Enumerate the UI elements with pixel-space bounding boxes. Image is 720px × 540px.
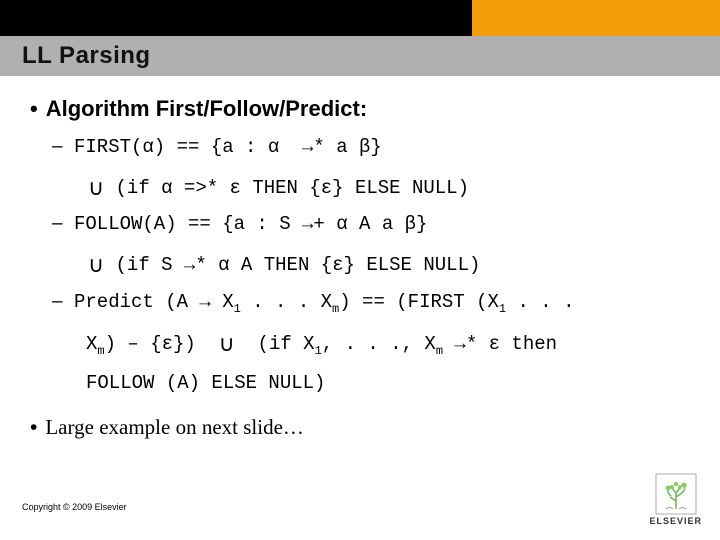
predict-text-1d: . . .	[506, 291, 574, 313]
first-text-1: FIRST(α) == {a : α →* a β}	[74, 136, 382, 158]
first-line-2: ∪ (if α =>* ε THEN {ε} ELSE NULL)	[88, 171, 690, 202]
predict-definition: – Predict (A → X1 . . . Xm) == (FIRST (X…	[30, 289, 690, 397]
footer-bullet: • Large example on next slide…	[30, 415, 690, 440]
sub-m: m	[436, 344, 443, 358]
publisher-name: ELSEVIER	[649, 516, 702, 526]
top-bar	[0, 0, 720, 36]
sub-m: m	[97, 344, 104, 358]
first-definition: – FIRST(α) == {a : α →* a β} ∪ (if α =>*…	[30, 134, 690, 201]
follow-line-2: ∪ (if S →* α A THEN {ε} ELSE NULL)	[88, 248, 690, 279]
predict-text-1c: ) == (FIRST (X	[339, 291, 499, 313]
follow-text-2: (if S →* α A THEN {ε} ELSE NULL)	[116, 254, 481, 276]
predict-text-2b: ) – {ε})	[105, 333, 219, 355]
predict-text-1b: . . . X	[241, 291, 332, 313]
footer-bullet-text: Large example on next slide…	[45, 415, 304, 439]
publisher-logo: ELSEVIER	[649, 473, 702, 526]
follow-line-1: – FOLLOW(A) == {a : S →+ α A a β}	[52, 211, 690, 238]
bullet-icon: •	[30, 416, 37, 439]
dash-icon: –	[52, 213, 63, 234]
first-text-2: (if α =>* ε THEN {ε} ELSE NULL)	[116, 177, 469, 199]
predict-text-2a: X	[86, 333, 97, 355]
follow-definition: – FOLLOW(A) == {a : S →+ α A a β} ∪ (if …	[30, 211, 690, 278]
elsevier-tree-icon	[655, 473, 697, 515]
predict-line-2: Xm) – {ε}) ∪ (if X1, . . ., Xm →* ε then	[86, 327, 690, 360]
first-line-1: – FIRST(α) == {a : α →* a β}	[52, 134, 690, 161]
sub-1: 1	[234, 302, 241, 316]
heading-text: Algorithm First/Follow/Predict:	[46, 96, 367, 121]
follow-text-1: FOLLOW(A) == {a : S →+ α A a β}	[74, 213, 427, 235]
main-heading: • Algorithm First/Follow/Predict:	[30, 96, 690, 122]
top-bar-accent	[472, 0, 720, 36]
bullet-icon: •	[30, 96, 38, 121]
predict-line-1: – Predict (A → X1 . . . Xm) == (FIRST (X…	[52, 289, 690, 318]
dash-icon: –	[52, 136, 63, 157]
predict-text-2c: (if X	[235, 333, 315, 355]
dash-icon: –	[52, 291, 63, 312]
sub-1: 1	[315, 344, 322, 358]
predict-text-2e: →* ε then	[443, 333, 557, 355]
predict-text-2d: , . . ., X	[322, 333, 436, 355]
copyright-text: Copyright © 2009 Elsevier	[22, 502, 127, 512]
predict-line-3: FOLLOW (A) ELSE NULL)	[86, 370, 690, 397]
title-row: LL Parsing	[0, 36, 720, 76]
union-icon: ∪	[88, 173, 104, 204]
sub-1: 1	[499, 302, 506, 316]
union-icon: ∪	[219, 329, 235, 360]
slide-title: LL Parsing	[22, 42, 151, 70]
union-icon: ∪	[88, 250, 104, 281]
slide-content: • Algorithm First/Follow/Predict: – FIRST…	[0, 76, 720, 440]
predict-text-3: FOLLOW (A) ELSE NULL)	[86, 372, 325, 394]
predict-text-1a: Predict (A → X	[74, 291, 234, 313]
